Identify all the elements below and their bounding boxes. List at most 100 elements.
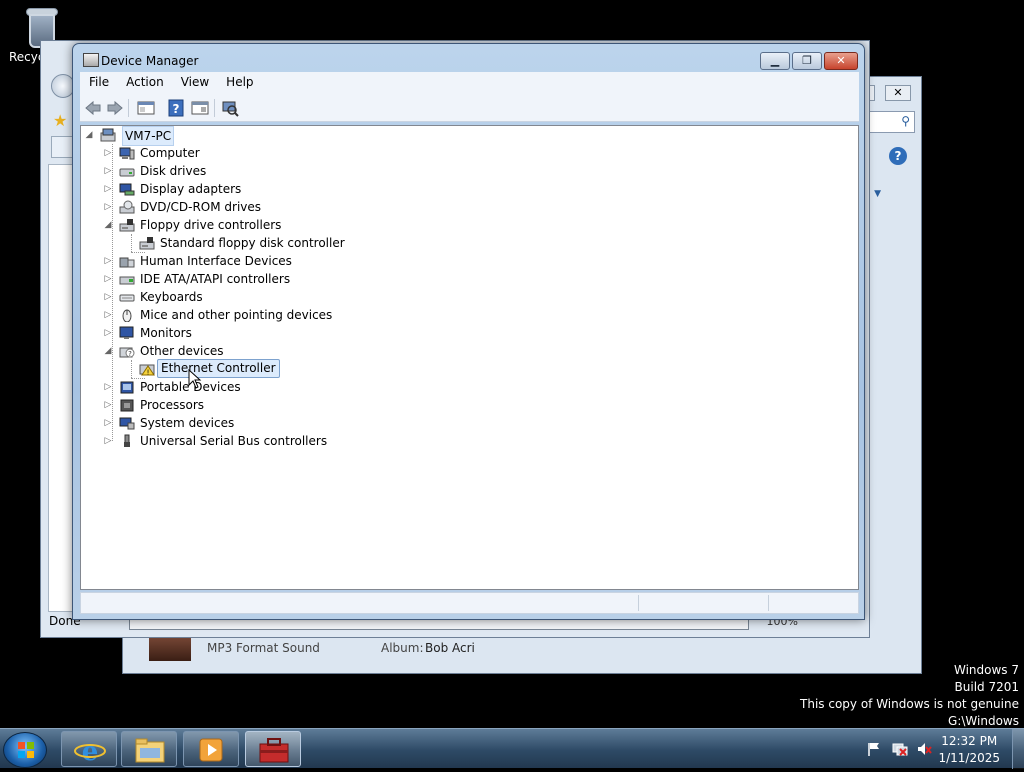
show-desktop-button[interactable] xyxy=(1012,729,1024,769)
device-manager-window[interactable]: Device Manager ▁ ❐ ✕ File Action View Help … xyxy=(72,43,865,620)
keyboard-icon xyxy=(119,294,135,302)
help-icon[interactable]: ? xyxy=(889,147,907,165)
expand-arrow-icon[interactable]: ▷ xyxy=(103,252,113,270)
clock-date: 1/11/2025 xyxy=(938,751,1000,765)
title-bar[interactable]: Device Manager ▁ ❐ ✕ xyxy=(73,44,864,74)
background-close-button[interactable]: ✕ xyxy=(885,85,911,101)
collapse-arrow-icon[interactable]: ◢ xyxy=(103,342,113,360)
floppy-controller-icon xyxy=(139,237,155,250)
expand-arrow-icon[interactable]: ▷ xyxy=(103,432,113,450)
warning-device-icon: ! xyxy=(139,364,155,377)
back-arrow-icon[interactable] xyxy=(84,99,102,117)
tree-item-label: Other devices xyxy=(140,344,224,358)
expand-arrow-icon[interactable]: ▷ xyxy=(103,162,113,180)
expand-arrow-icon[interactable]: ▷ xyxy=(103,288,113,306)
display-adapter-icon xyxy=(119,183,135,196)
taskbar-device-manager[interactable] xyxy=(245,731,301,767)
taskbar-internet-explorer[interactable]: e xyxy=(61,731,117,767)
windows-watermark: Windows 7 Build 7201 This copy of Window… xyxy=(800,662,1019,730)
scan-hardware-icon[interactable] xyxy=(221,99,239,117)
taskbar-media-player[interactable] xyxy=(183,731,239,767)
tree-item-label: Universal Serial Bus controllers xyxy=(140,434,328,448)
close-button[interactable]: ✕ xyxy=(824,52,858,70)
computer-icon xyxy=(119,147,135,160)
restore-button[interactable]: ❐ xyxy=(792,52,822,70)
tree-root-label: VM7-PC xyxy=(122,126,175,146)
forward-arrow-icon[interactable] xyxy=(106,99,124,117)
minimize-button[interactable]: ▁ xyxy=(760,52,790,70)
expand-arrow-icon[interactable]: ▷ xyxy=(103,324,113,342)
expand-arrow-icon[interactable]: ▷ xyxy=(103,414,113,432)
tree-item-label: Display adapters xyxy=(140,182,242,196)
tree-item-label: Floppy drive controllers xyxy=(140,218,282,232)
window-title: Device Manager xyxy=(101,54,199,68)
tree-item-label: Monitors xyxy=(140,326,192,340)
tree-item-label: Human Interface Devices xyxy=(140,254,292,268)
tree-item-label: Mice and other pointing devices xyxy=(140,308,333,322)
dvd-drive-icon xyxy=(119,200,135,214)
search-icon: ⚲ xyxy=(901,114,910,128)
tree-item-label: Keyboards xyxy=(140,290,203,304)
expand-arrow-icon[interactable]: ▷ xyxy=(103,306,113,324)
album-art-thumbnail xyxy=(149,635,191,661)
windows-logo-icon xyxy=(18,742,34,758)
system-clock[interactable]: 12:32 PM 1/11/2025 xyxy=(938,733,1000,767)
hid-icon xyxy=(119,257,135,268)
show-hidden-icon[interactable] xyxy=(191,99,209,117)
mouse-cursor-icon xyxy=(188,369,202,389)
taskbar-windows-explorer[interactable] xyxy=(121,731,177,767)
processor-icon xyxy=(120,399,134,412)
menu-action[interactable]: Action xyxy=(117,72,172,89)
toolbar: ? xyxy=(80,94,859,122)
watermark-line-2: Build 7201 xyxy=(954,680,1019,694)
ide-controller-icon xyxy=(119,276,135,285)
mouse-icon xyxy=(122,309,132,322)
taskbar: e 12:32 PM 1/11/2025 xyxy=(0,728,1024,769)
svg-text:!: ! xyxy=(147,369,150,377)
menu-bar: File Action View Help xyxy=(80,72,859,94)
expand-arrow-icon[interactable]: ▷ xyxy=(103,198,113,216)
action-center-flag-icon[interactable] xyxy=(866,741,882,757)
collapse-arrow-icon[interactable]: ◢ xyxy=(103,216,113,234)
usb-icon xyxy=(124,434,130,447)
favorites-star-icon[interactable]: ★ xyxy=(53,111,67,130)
disk-drive-icon xyxy=(119,168,135,177)
tree-item-label: Ethernet Controller xyxy=(157,359,280,378)
device-manager-icon xyxy=(83,53,99,67)
unknown-device-icon: ? xyxy=(119,347,135,358)
svg-text:?: ? xyxy=(173,102,180,116)
expand-arrow-icon[interactable]: ▷ xyxy=(103,144,113,162)
menu-help[interactable]: Help xyxy=(217,72,261,89)
album-label: Album: xyxy=(381,641,424,655)
tree-item-label: Computer xyxy=(140,146,200,160)
help-icon[interactable]: ? xyxy=(167,99,185,117)
ie-tab-icon[interactable] xyxy=(51,136,73,158)
expand-arrow-icon[interactable]: ▷ xyxy=(103,378,113,396)
expand-arrow-icon[interactable]: ▷ xyxy=(103,270,113,288)
menu-file[interactable]: File xyxy=(80,72,117,89)
menu-view[interactable]: View xyxy=(172,72,217,89)
tree-item-label: DVD/CD-ROM drives xyxy=(140,200,262,214)
device-manager-toolbox-icon xyxy=(259,738,289,763)
monitor-icon xyxy=(119,326,134,339)
tree-item-label: System devices xyxy=(140,416,235,430)
properties-icon[interactable] xyxy=(137,99,155,117)
internet-explorer-icon: e xyxy=(74,737,106,767)
expand-arrow-icon[interactable]: ▷ xyxy=(103,396,113,414)
expand-arrow-icon[interactable]: ▷ xyxy=(103,180,113,198)
device-tree[interactable]: ◢ VM7-PC ▷ Computer ▷ Disk drives ▷ Display a… xyxy=(80,125,859,590)
dropdown-arrow-icon[interactable]: ▼ xyxy=(874,189,881,199)
expand-toggle-icon[interactable]: ◢ xyxy=(84,126,94,144)
clock-time: 12:32 PM xyxy=(941,734,998,748)
media-player-icon xyxy=(199,738,223,762)
floppy-controller-icon xyxy=(119,219,135,232)
volume-muted-icon[interactable] xyxy=(916,741,932,757)
album-value: Bob Acri xyxy=(425,641,475,655)
media-format-text: MP3 Format Sound xyxy=(207,641,320,655)
network-disconnected-icon[interactable] xyxy=(892,741,908,757)
computer-root-icon xyxy=(100,128,116,142)
system-device-icon xyxy=(119,417,135,430)
start-button[interactable] xyxy=(3,732,47,768)
portable-device-icon xyxy=(120,381,134,394)
tree-item-label: IDE ATA/ATAPI controllers xyxy=(140,272,291,286)
